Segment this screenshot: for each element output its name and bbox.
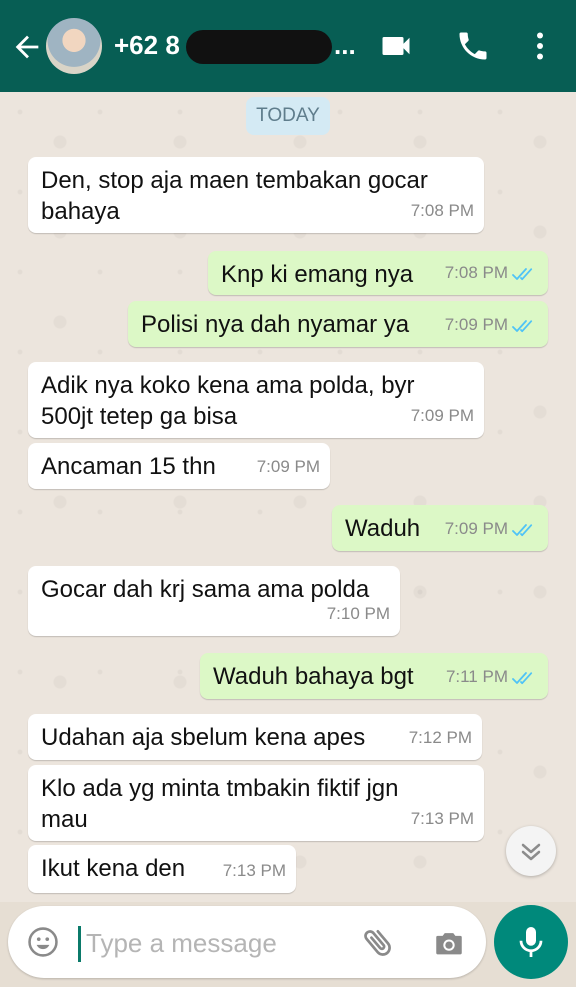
message-text: Waduh xyxy=(345,515,421,542)
outgoing-message[interactable]: Waduh bahaya bgt 7:11 PM xyxy=(200,653,548,699)
read-receipt-icon xyxy=(512,267,533,280)
message-text: Ikut kena den xyxy=(41,855,186,882)
message-timestamp: 7:13 PM xyxy=(222,861,286,880)
message-text: Klo ada yg minta tmbakin fiktif jgn mau xyxy=(41,775,399,833)
incoming-message[interactable]: Adik nya koko kena ama polda, byr 500jt … xyxy=(28,362,484,438)
message-time: 7:12 PM xyxy=(409,722,472,753)
read-receipt-icon xyxy=(512,319,533,332)
incoming-message[interactable]: Ancaman 15 thn 7:09 PM xyxy=(28,443,330,489)
message-input[interactable] xyxy=(84,922,348,964)
back-arrow-icon[interactable] xyxy=(10,30,44,64)
message-text: Polisi nya dah nyamar ya xyxy=(141,311,410,338)
message-timestamp: 7:11 PM xyxy=(445,667,508,686)
phone-icon[interactable] xyxy=(455,28,491,64)
message-time: 7:09 PM xyxy=(257,451,320,482)
chat-header: +62 8 ... xyxy=(0,0,576,92)
redaction-bar xyxy=(186,30,332,64)
message-text: Gocar dah krj sama ama polda xyxy=(41,576,370,603)
message-time: 7:13 PM xyxy=(223,855,286,886)
mic-button[interactable] xyxy=(494,905,568,979)
message-timestamp: 7:08 PM xyxy=(444,263,508,282)
contact-name[interactable]: +62 8 xyxy=(114,30,180,61)
message-time: 7:13 PM xyxy=(411,803,474,834)
message-text: Knp ki emang nya xyxy=(221,261,414,288)
message-text: Ancaman 15 thn xyxy=(41,453,216,480)
read-receipt-icon xyxy=(512,671,533,684)
outgoing-message[interactable]: Knp ki emang nya 7:08 PM xyxy=(208,251,548,295)
outgoing-message[interactable]: Waduh 7:09 PM xyxy=(332,505,548,551)
message-timestamp: 7:13 PM xyxy=(410,809,474,828)
message-timestamp: 7:09 PM xyxy=(444,315,508,334)
message-timestamp: 7:09 PM xyxy=(256,457,320,476)
message-text: Waduh bahaya bgt xyxy=(213,663,414,690)
message-time: 7:10 PM xyxy=(327,598,390,629)
avatar[interactable] xyxy=(46,18,102,74)
incoming-message[interactable]: Den, stop aja maen tembakan gocar bahaya… xyxy=(28,157,484,233)
message-timestamp: 7:12 PM xyxy=(408,728,472,747)
incoming-message[interactable]: Udahan aja sbelum kena apes 7:12 PM xyxy=(28,714,482,760)
message-time: 7:11 PM xyxy=(446,661,538,692)
contact-name-ellipsis: ... xyxy=(334,30,356,60)
more-vert-icon[interactable] xyxy=(522,28,558,64)
outgoing-message[interactable]: Polisi nya dah nyamar ya 7:09 PM xyxy=(128,301,548,347)
message-time: 7:08 PM xyxy=(445,257,538,288)
attach-icon[interactable] xyxy=(360,924,396,960)
message-timestamp: 7:09 PM xyxy=(410,406,474,425)
message-text: Udahan aja sbelum kena apes xyxy=(41,724,366,751)
message-text: Den, stop aja maen tembakan gocar bahaya xyxy=(41,167,428,225)
incoming-message[interactable]: Klo ada yg minta tmbakin fiktif jgn mau 7… xyxy=(28,765,484,841)
message-composer xyxy=(8,906,486,978)
message-time: 7:09 PM xyxy=(411,400,474,431)
camera-icon[interactable] xyxy=(432,926,466,960)
incoming-message[interactable]: Ikut kena den 7:13 PM xyxy=(28,845,296,893)
message-timestamp: 7:10 PM xyxy=(326,604,390,623)
message-time: 7:09 PM xyxy=(445,513,538,544)
video-call-icon[interactable] xyxy=(378,28,414,64)
incoming-message[interactable]: Gocar dah krj sama ama polda 7:10 PM xyxy=(28,566,400,636)
message-time: 7:08 PM xyxy=(411,195,474,226)
message-timestamp: 7:08 PM xyxy=(410,201,474,220)
read-receipt-icon xyxy=(512,523,533,536)
scroll-down-button[interactable] xyxy=(506,826,556,876)
text-cursor xyxy=(78,926,81,962)
message-time: 7:09 PM xyxy=(445,309,538,340)
date-chip: TODAY xyxy=(246,97,330,135)
message-timestamp: 7:09 PM xyxy=(444,519,508,538)
mic-icon xyxy=(519,927,543,957)
message-text: Adik nya koko kena ama polda, byr 500jt … xyxy=(41,372,415,430)
emoji-icon[interactable] xyxy=(26,925,60,959)
chevron-double-down-icon xyxy=(521,843,541,861)
